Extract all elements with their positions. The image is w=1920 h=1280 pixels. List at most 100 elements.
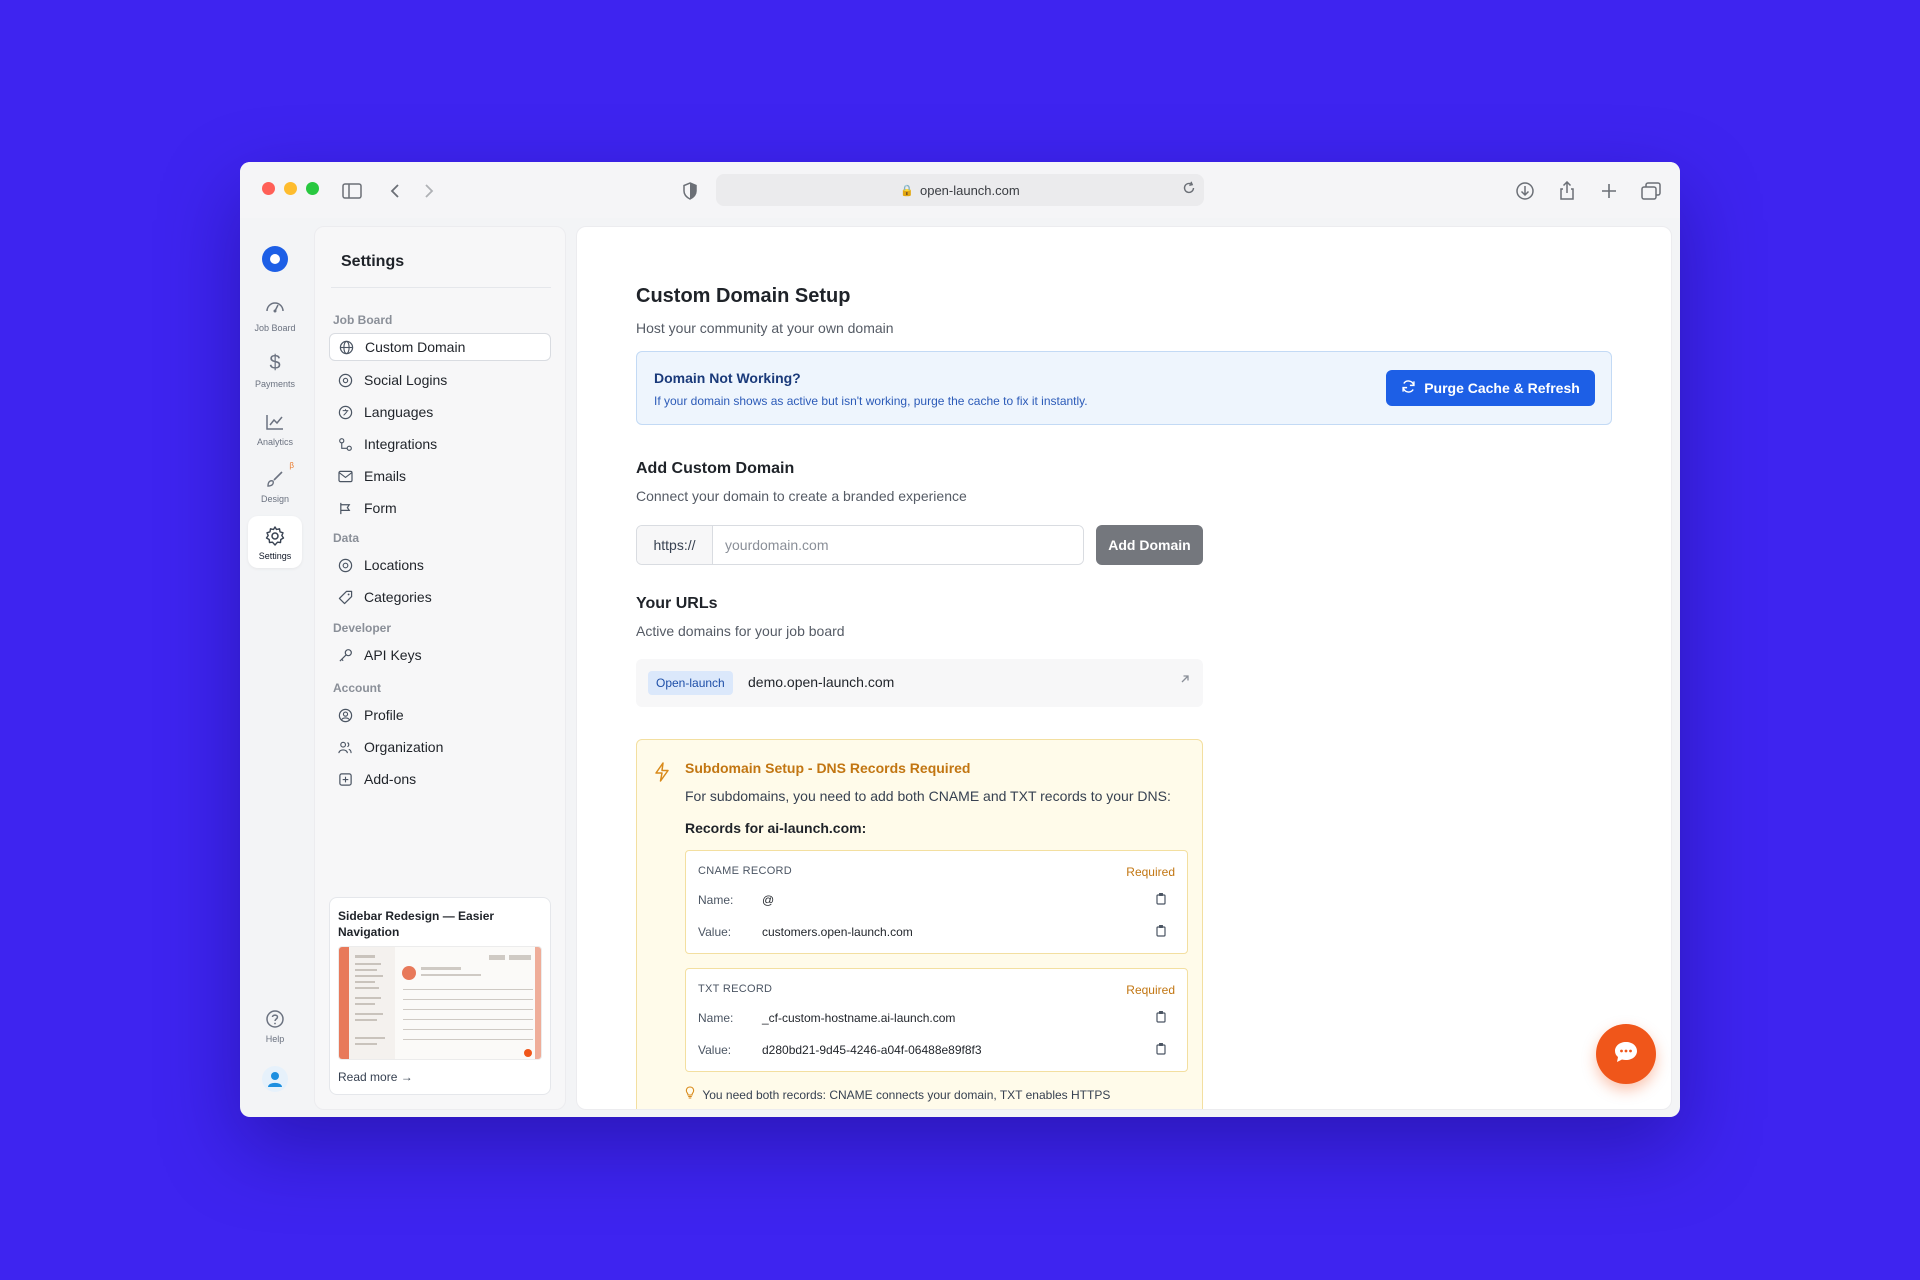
alert-body: If your domain shows as active but isn't…	[654, 394, 1088, 408]
group-label-account: Account	[333, 681, 381, 695]
record-name-key: Name:	[698, 1011, 734, 1025]
rail-label: Design	[260, 493, 289, 504]
records-for: Records for ai-launch.com:	[685, 820, 867, 836]
rail-item-job-board[interactable]: Job Board	[248, 288, 302, 340]
record-value-key: Value:	[698, 1043, 732, 1057]
chat-button[interactable]	[1596, 1024, 1656, 1084]
menu-item-locations[interactable]: Locations	[329, 551, 551, 579]
rail-label: Settings	[258, 550, 292, 561]
shield-icon[interactable]	[678, 179, 702, 203]
menu-item-label: Languages	[364, 404, 434, 420]
forward-icon[interactable]	[417, 179, 441, 203]
url-domain: demo.open-launch.com	[748, 674, 895, 690]
app-logo[interactable]	[262, 246, 288, 272]
domain-alert: Domain Not Working? If your domain shows…	[636, 351, 1612, 425]
menu-item-label: Profile	[364, 707, 404, 723]
domain-input-group: https://	[636, 525, 1084, 565]
dns-description: For subdomains, you need to add both CNA…	[685, 788, 1171, 804]
menu-item-label: Social Logins	[364, 372, 448, 388]
dns-title: Subdomain Setup - DNS Records Required	[685, 760, 971, 776]
minimize-window-button[interactable]	[284, 182, 297, 195]
copy-icon[interactable]	[1155, 892, 1167, 910]
promo-title: Sidebar Redesign — Easier Navigation	[338, 909, 495, 939]
copy-icon[interactable]	[1155, 924, 1167, 942]
rail-item-settings[interactable]: Settings	[248, 516, 302, 568]
menu-item-api-keys[interactable]: API Keys	[329, 641, 551, 669]
menu-item-label: Add-ons	[364, 771, 417, 787]
menu-item-profile[interactable]: Profile	[329, 701, 551, 729]
url-text: open-launch.com	[919, 182, 1020, 198]
back-icon[interactable]	[383, 179, 407, 203]
copy-icon[interactable]	[1155, 1010, 1167, 1028]
help-icon	[265, 1007, 285, 1031]
domain-input[interactable]	[713, 526, 1083, 564]
users-icon	[337, 739, 353, 755]
refresh-icon	[1401, 379, 1416, 397]
user-avatar[interactable]	[262, 1066, 288, 1092]
record-name-key: Name:	[698, 893, 734, 907]
group-label-developer: Developer	[333, 621, 392, 635]
new-tab-icon[interactable]	[1597, 179, 1621, 203]
purge-cache-button[interactable]: Purge Cache & Refresh	[1386, 370, 1595, 406]
menu-item-social-logins[interactable]: Social Logins	[329, 366, 551, 394]
add-domain-button[interactable]: Add Domain	[1096, 525, 1203, 565]
purge-cache-label: Purge Cache & Refresh	[1424, 380, 1580, 396]
copy-icon[interactable]	[1155, 1042, 1167, 1060]
external-link-icon[interactable]	[1179, 673, 1191, 688]
add-domain-title: Add Custom Domain	[636, 460, 795, 477]
menu-item-custom-domain[interactable]: Custom Domain	[329, 333, 551, 361]
location-icon	[337, 557, 353, 573]
user-circle-icon	[337, 707, 353, 723]
reload-icon[interactable]	[1182, 181, 1196, 198]
menu-item-label: Integrations	[364, 436, 438, 452]
key-icon	[337, 647, 353, 663]
cname-record: CNAME RECORD Required Name: @ Value: cus…	[685, 850, 1188, 954]
cname-name-value: @	[762, 893, 775, 907]
add-domain-subtitle: Connect your domain to create a branded …	[636, 488, 967, 504]
record-title: CNAME RECORD	[698, 865, 793, 877]
browser-window: 🔒 open-launch.com Job Board $ Payments A…	[240, 162, 1680, 1117]
dns-records-panel: Subdomain Setup - DNS Records Required F…	[636, 739, 1203, 1109]
required-badge: Required	[1126, 865, 1175, 879]
menu-item-emails[interactable]: Emails	[329, 462, 551, 490]
rail-item-help[interactable]: Help	[248, 999, 302, 1051]
required-badge: Required	[1126, 983, 1175, 997]
menu-item-add-ons[interactable]: Add-ons	[329, 765, 551, 793]
menu-item-languages[interactable]: Languages	[329, 398, 551, 426]
close-window-button[interactable]	[262, 182, 275, 195]
dns-note-text: You need both records: CNAME connects yo…	[702, 1088, 1111, 1102]
share-icon[interactable]	[1555, 179, 1579, 203]
promo-screenshot	[338, 946, 542, 1060]
language-icon	[337, 404, 353, 420]
browser-toolbar: 🔒 open-launch.com	[240, 162, 1680, 218]
address-bar[interactable]: 🔒 open-launch.com	[716, 174, 1204, 206]
icon-rail: Job Board $ Payments Analytics β Design …	[240, 218, 310, 1117]
read-more-link[interactable]: Read more →	[338, 1070, 413, 1084]
maximize-window-button[interactable]	[306, 182, 319, 195]
window-controls	[262, 182, 319, 195]
sidebar-toggle-icon[interactable]	[340, 179, 364, 203]
menu-item-categories[interactable]: Categories	[329, 583, 551, 611]
rail-item-design[interactable]: β Design	[248, 459, 302, 511]
download-icon[interactable]	[1513, 179, 1537, 203]
chat-icon	[1613, 1040, 1639, 1069]
form-icon	[337, 500, 353, 516]
your-urls-title: Your URLs	[636, 595, 718, 612]
rail-label: Payments	[254, 378, 296, 389]
url-row[interactable]: Open-launch demo.open-launch.com	[636, 659, 1203, 707]
mail-icon	[337, 468, 353, 484]
job-board-icon	[264, 296, 286, 320]
rail-item-analytics[interactable]: Analytics	[248, 402, 302, 454]
at-sign-icon	[337, 372, 353, 388]
menu-item-label: Custom Domain	[365, 339, 466, 355]
dns-note: You need both records: CNAME connects yo…	[685, 1086, 1110, 1102]
rail-item-payments[interactable]: $ Payments	[248, 344, 302, 396]
tabs-overview-icon[interactable]	[1639, 179, 1663, 203]
menu-item-form[interactable]: Form	[329, 494, 551, 522]
menu-item-organization[interactable]: Organization	[329, 733, 551, 761]
alert-title: Domain Not Working?	[654, 370, 801, 386]
rail-label: Job Board	[254, 322, 296, 333]
promo-card[interactable]: Sidebar Redesign — Easier Navigation Rea…	[329, 897, 551, 1095]
menu-item-integrations[interactable]: Integrations	[329, 430, 551, 458]
group-label-job-board: Job Board	[333, 313, 393, 327]
